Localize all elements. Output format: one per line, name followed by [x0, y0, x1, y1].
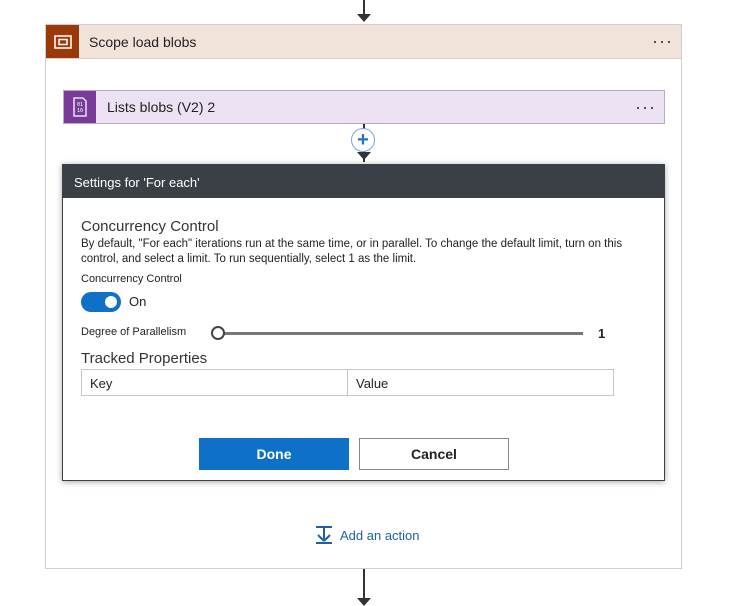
toggle-state-label: On: [129, 294, 147, 309]
scope-icon: [46, 25, 79, 58]
tracked-properties-table: Key Value: [81, 369, 614, 396]
parallelism-value: 1: [598, 326, 606, 341]
dialog-header: Settings for 'For each': [63, 165, 664, 198]
arrow-down-icon: [357, 152, 371, 160]
concurrency-heading: Concurrency Control: [81, 218, 219, 235]
arrow-down-icon: [357, 14, 371, 22]
parallelism-label: Degree of Parallelism: [81, 326, 187, 338]
scope-header[interactable]: Scope load blobs ···: [46, 25, 681, 59]
list-blobs-card[interactable]: 01 10 Lists blobs (V2) 2 ···: [63, 90, 665, 124]
arrow-down-icon: [357, 598, 371, 606]
scope-title: Scope load blobs: [89, 34, 197, 50]
concurrency-toggle[interactable]: [81, 292, 121, 312]
cancel-button[interactable]: Cancel: [359, 438, 509, 470]
insert-step-icon[interactable]: +: [351, 128, 375, 152]
concurrency-description: By default, "For each" iterations run at…: [81, 238, 623, 265]
add-action-label: Add an action: [340, 527, 420, 543]
value-field[interactable]: Value: [347, 369, 614, 396]
settings-dialog: Settings for 'For each' Concurrency Cont…: [62, 164, 665, 481]
list-blobs-title: Lists blobs (V2) 2: [107, 99, 216, 115]
done-button[interactable]: Done: [199, 438, 349, 470]
toggle-knob: [105, 296, 117, 308]
scope-more-icon[interactable]: ···: [652, 32, 673, 50]
parallelism-slider-track[interactable]: [219, 332, 583, 335]
list-blobs-more-icon[interactable]: ···: [635, 98, 656, 116]
tracked-properties-heading: Tracked Properties: [81, 350, 208, 367]
add-action-icon: [316, 526, 332, 544]
key-field[interactable]: Key: [81, 369, 348, 396]
dialog-title: Settings for 'For each': [74, 175, 200, 190]
add-action-link[interactable]: Add an action: [314, 524, 420, 546]
parallelism-slider-thumb[interactable]: [211, 326, 225, 340]
connector-bottom: [363, 569, 365, 599]
blob-storage-icon: 01 10: [64, 91, 96, 123]
concurrency-toggle-label: Concurrency Control: [81, 273, 182, 285]
svg-text:10: 10: [77, 108, 83, 114]
